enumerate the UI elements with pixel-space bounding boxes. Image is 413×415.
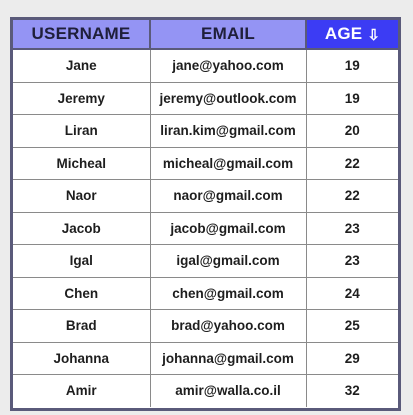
column-header-age[interactable]: AGE ⇩: [306, 20, 398, 50]
column-header-label: EMAIL: [201, 24, 255, 43]
cell-email: brad@yahoo.com: [150, 309, 307, 343]
users-table-container: USERNAME EMAIL AGE ⇩ Jane jane@yahoo.com 19…: [10, 17, 401, 411]
cell-age: 32: [306, 374, 398, 407]
column-header-username[interactable]: USERNAME: [13, 20, 151, 50]
table-row[interactable]: Brad brad@yahoo.com 25: [13, 309, 398, 343]
cell-age: 24: [306, 277, 398, 310]
cell-email: igal@gmail.com: [150, 244, 307, 278]
table-row[interactable]: Jane jane@yahoo.com 19: [13, 49, 398, 83]
cell-username: Brad: [13, 309, 151, 343]
cell-username: Liran: [13, 114, 151, 148]
cell-age: 29: [306, 342, 398, 375]
cell-username: Chen: [13, 277, 151, 310]
table-row[interactable]: Liran liran.kim@gmail.com 20: [13, 114, 398, 148]
sort-descending-arrow-icon[interactable]: ⇩: [367, 26, 380, 44]
cell-email: jane@yahoo.com: [150, 49, 307, 83]
cell-username: Jacob: [13, 212, 151, 245]
cell-age: 25: [306, 309, 398, 343]
table-body: Jane jane@yahoo.com 19 Jeremy jeremy@outlook…: [13, 49, 398, 407]
column-header-label: AGE: [324, 24, 363, 43]
cell-age: 19: [306, 49, 398, 83]
cell-email: liran.kim@gmail.com: [150, 114, 307, 148]
table-row[interactable]: Chen chen@gmail.com 24: [13, 277, 398, 310]
cell-email: jacob@gmail.com: [150, 212, 307, 245]
cell-username: Naor: [13, 179, 151, 213]
cell-age: 23: [306, 212, 398, 245]
column-header-email[interactable]: EMAIL: [150, 20, 307, 50]
cell-username: Igal: [13, 244, 151, 278]
cell-email: amir@walla.co.il: [150, 374, 307, 407]
cell-age: 19: [306, 82, 398, 115]
cell-email: micheal@gmail.com: [150, 147, 307, 180]
cell-email: naor@gmail.com: [150, 179, 307, 213]
page-background: USERNAME EMAIL AGE ⇩ Jane jane@yahoo.com 19…: [0, 0, 413, 415]
cell-age: 23: [306, 244, 398, 278]
table-row[interactable]: Igal igal@gmail.com 23: [13, 244, 398, 278]
cell-email: chen@gmail.com: [150, 277, 307, 310]
table-row[interactable]: Micheal micheal@gmail.com 22: [13, 147, 398, 180]
users-table: USERNAME EMAIL AGE ⇩ Jane jane@yahoo.com 19…: [13, 20, 398, 407]
cell-username: Micheal: [13, 147, 151, 180]
cell-age: 22: [306, 179, 398, 213]
cell-age: 22: [306, 147, 398, 180]
table-row[interactable]: Amir amir@walla.co.il 32: [13, 374, 398, 407]
cell-username: Jane: [13, 49, 151, 83]
table-header-row: USERNAME EMAIL AGE ⇩: [13, 20, 398, 50]
cell-email: johanna@gmail.com: [150, 342, 307, 375]
cell-username: Jeremy: [13, 82, 151, 115]
table-row[interactable]: Jacob jacob@gmail.com 23: [13, 212, 398, 245]
cell-username: Amir: [13, 374, 151, 407]
column-header-label: USERNAME: [31, 24, 131, 43]
table-row[interactable]: Naor naor@gmail.com 22: [13, 179, 398, 213]
cell-username: Johanna: [13, 342, 151, 375]
cell-email: jeremy@outlook.com: [150, 82, 307, 115]
table-row[interactable]: Johanna johanna@gmail.com 29: [13, 342, 398, 375]
cell-age: 20: [306, 114, 398, 148]
table-row[interactable]: Jeremy jeremy@outlook.com 19: [13, 82, 398, 115]
